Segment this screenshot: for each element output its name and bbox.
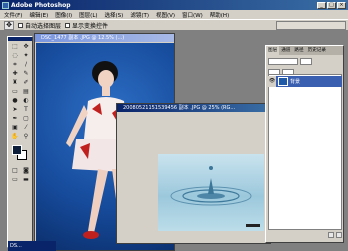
layer-row-background[interactable]: 👁 背景 bbox=[268, 76, 342, 87]
app-title-bar: Adobe Photoshop _ □ × bbox=[0, 0, 348, 10]
menu-window[interactable]: 窗口(W) bbox=[182, 11, 203, 19]
palette-well[interactable] bbox=[276, 20, 346, 30]
doc2-title[interactable]: 20080521151539456 副本 .JPG @ 25% (RG... bbox=[117, 104, 270, 112]
minimize-button[interactable]: _ bbox=[317, 1, 326, 9]
move-tool-icon[interactable]: ✥ bbox=[21, 43, 31, 51]
document-window-water[interactable]: 20080521151539456 副本 .JPG @ 25% (RG... bbox=[116, 103, 271, 244]
menu-filter[interactable]: 滤镜(T) bbox=[130, 11, 149, 19]
opacity-field[interactable] bbox=[300, 58, 312, 65]
menu-file[interactable]: 文件(F) bbox=[4, 11, 22, 19]
standard-mode-icon[interactable]: □ bbox=[10, 167, 20, 175]
tab-paths[interactable]: 路径 bbox=[292, 46, 305, 55]
zoom-tool-icon[interactable]: ⚲ bbox=[21, 133, 31, 141]
eyedropper-icon[interactable]: ⁄ bbox=[21, 124, 31, 132]
lasso-tool-icon[interactable]: ◌ bbox=[10, 52, 20, 60]
layers-palette: 图层 通道 路径 历史记录 👁 背景 bbox=[265, 45, 344, 243]
magic-wand-tool-icon[interactable]: ✦ bbox=[21, 52, 31, 60]
path-select-icon[interactable]: ➤ bbox=[10, 106, 20, 114]
history-brush-icon[interactable]: ✐ bbox=[21, 79, 31, 87]
gradient-tool-icon[interactable]: ▤ bbox=[21, 88, 31, 96]
menu-select[interactable]: 选择(S) bbox=[105, 11, 124, 19]
menu-edit[interactable]: 编辑(E) bbox=[29, 11, 48, 19]
brush-tool-icon[interactable]: ✎ bbox=[21, 70, 31, 78]
full-screen-icon[interactable]: ▬ bbox=[21, 176, 31, 184]
trash-icon[interactable] bbox=[336, 232, 342, 238]
auto-select-label: 自动选择图层 bbox=[25, 22, 62, 30]
menu-bar: 文件(F) 编辑(E) 图像(I) 图层(L) 选择(S) 滤镜(T) 视图(V… bbox=[0, 10, 348, 19]
menu-view[interactable]: 视图(V) bbox=[156, 11, 175, 19]
tab-layers[interactable]: 图层 bbox=[266, 46, 280, 55]
slice-tool-icon[interactable]: ∕ bbox=[21, 61, 31, 69]
color-swatches bbox=[10, 145, 30, 163]
eraser-tool-icon[interactable]: ▭ bbox=[10, 88, 20, 96]
water-ripple bbox=[170, 166, 260, 227]
marquee-tool-icon[interactable]: ⬚ bbox=[10, 43, 20, 51]
menu-image[interactable]: 图像(I) bbox=[55, 11, 72, 19]
notes-tool-icon[interactable]: ▣ bbox=[10, 124, 20, 132]
blur-tool-icon[interactable]: ● bbox=[10, 97, 20, 105]
layer-thumbnail bbox=[278, 77, 288, 86]
tab-history[interactable]: 历史记录 bbox=[306, 46, 328, 55]
shape-tool-icon[interactable]: ▢ bbox=[21, 115, 31, 123]
water-drop-photo bbox=[158, 154, 264, 231]
crop-tool-icon[interactable]: ⌗ bbox=[10, 61, 20, 69]
maximize-button[interactable]: □ bbox=[327, 1, 336, 9]
new-layer-icon[interactable] bbox=[328, 232, 334, 238]
dodge-tool-icon[interactable]: ◐ bbox=[21, 97, 31, 105]
show-bounds-label: 显示变换控件 bbox=[72, 22, 109, 30]
layer-name: 背景 bbox=[290, 79, 301, 85]
eye-icon[interactable]: 👁 bbox=[268, 76, 276, 87]
clone-stamp-icon[interactable]: ♜ bbox=[10, 79, 20, 87]
move-tool-icon[interactable]: ✥ bbox=[4, 20, 14, 30]
show-bounds-checkbox[interactable]: 显示变换控件 bbox=[65, 21, 108, 30]
pen-tool-icon[interactable]: ✒ bbox=[10, 115, 20, 123]
close-button[interactable]: × bbox=[337, 1, 346, 9]
quick-mask-icon[interactable]: ◙ bbox=[21, 167, 31, 175]
checkbox-box[interactable] bbox=[18, 22, 23, 28]
auto-select-checkbox[interactable]: 自动选择图层 bbox=[18, 21, 61, 30]
checkbox-box[interactable] bbox=[65, 22, 71, 28]
healing-brush-icon[interactable]: ✚ bbox=[10, 70, 20, 78]
minimized-document[interactable]: DS... bbox=[8, 241, 56, 251]
hand-tool-icon[interactable]: ✋ bbox=[10, 133, 20, 141]
tab-channels[interactable]: 通道 bbox=[279, 46, 292, 55]
menu-help[interactable]: 帮助(H) bbox=[210, 11, 229, 19]
screen-mode-icon[interactable]: ▭ bbox=[10, 176, 20, 184]
menu-layer[interactable]: 图层(L) bbox=[79, 11, 97, 19]
toolbox: ⬚ ✥ ◌ ✦ ⌗ ∕ ✚ ✎ ♜ ✐ ▭ ▤ ● ◐ ➤ T ✒ ▢ ▣ ⁄ … bbox=[7, 36, 33, 248]
blend-mode-select[interactable] bbox=[268, 58, 298, 65]
doc2-canvas bbox=[120, 114, 268, 242]
foreground-color-swatch[interactable] bbox=[12, 145, 22, 155]
app-title: Adobe Photoshop bbox=[11, 1, 71, 9]
type-tool-icon[interactable]: T bbox=[21, 106, 31, 114]
photoshop-icon bbox=[2, 1, 9, 9]
doc1-title[interactable]: DSC_1477 副本 .JPG @ 12.5% (...) bbox=[35, 34, 174, 42]
options-bar: ✥ 自动选择图层 显示变换控件 bbox=[0, 19, 348, 31]
layer-list bbox=[268, 74, 342, 230]
